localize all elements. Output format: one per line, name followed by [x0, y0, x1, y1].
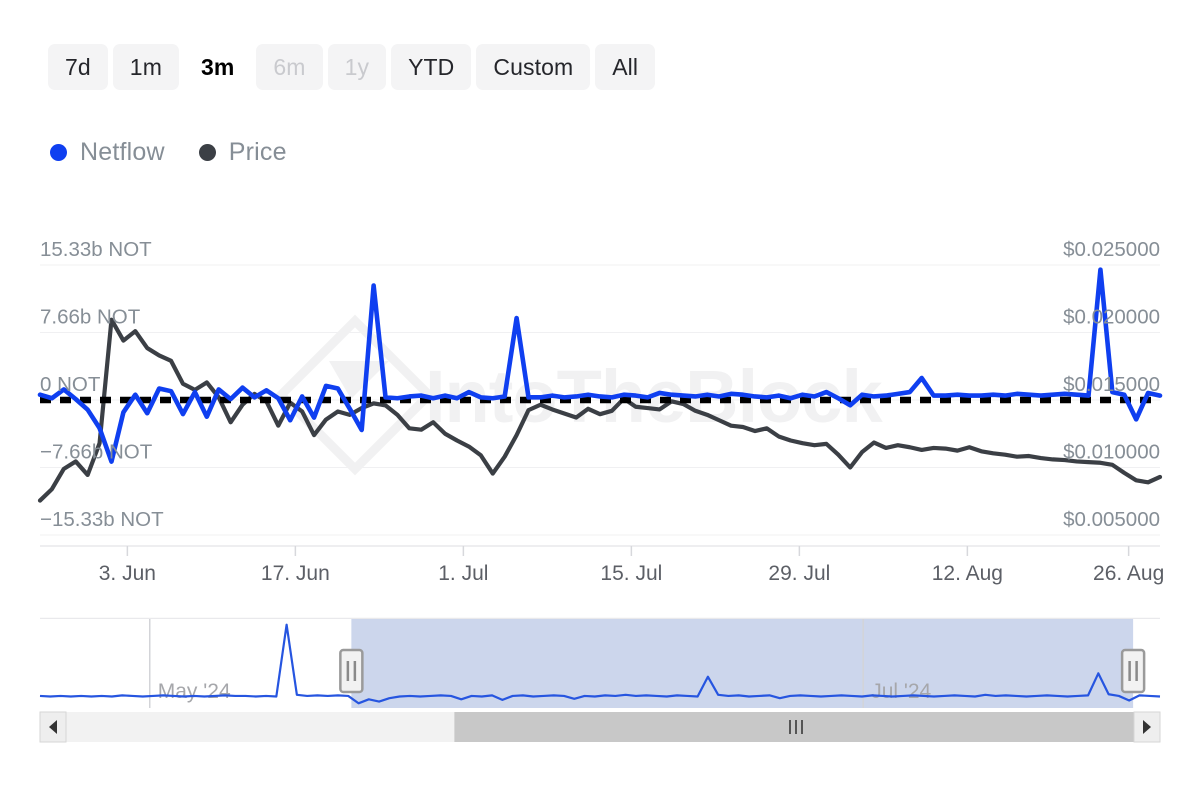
left-axis-tick-label: −15.33b NOT: [40, 508, 164, 531]
scrollbar-left-arrow-icon[interactable]: [40, 712, 66, 742]
legend-item-netflow[interactable]: Netflow: [50, 138, 165, 167]
legend-dot-icon: [199, 144, 216, 161]
left-axis-tick-label: −7.66b NOT: [40, 440, 153, 463]
range-button-custom[interactable]: Custom: [476, 44, 590, 90]
x-axis-tick-label: 12. Aug: [932, 562, 1003, 585]
navigator-handle-right[interactable]: [1122, 650, 1144, 692]
x-axis-tick-label: 26. Aug: [1093, 562, 1164, 585]
legend-dot-icon: [50, 144, 67, 161]
navigator-month-label: Jul '24: [871, 680, 931, 703]
range-button-6m: 6m: [256, 44, 322, 90]
scrollbar-right-arrow-icon[interactable]: [1134, 712, 1160, 742]
right-axis-tick-label: $0.020000: [1063, 306, 1160, 329]
right-axis-tick-label: $0.005000: [1063, 508, 1160, 531]
chart-legend: Netflow Price: [50, 130, 287, 174]
range-selector: 7d1m3m6m1yYTDCustomAll: [48, 44, 655, 90]
chart-svg: IntoTheBlock15.33b NOT7.66b NOT0 NOT−7.6…: [0, 230, 1200, 590]
legend-item-price[interactable]: Price: [199, 138, 287, 167]
range-button-all[interactable]: All: [595, 44, 655, 90]
chart-plot-area[interactable]: IntoTheBlock15.33b NOT7.66b NOT0 NOT−7.6…: [0, 230, 1200, 590]
range-button-ytd[interactable]: YTD: [391, 44, 471, 90]
netflow-price-chart-widget: 7d1m3m6m1yYTDCustomAll NetflowPrice Into…: [0, 0, 1200, 800]
x-axis-tick-label: 3. Jun: [99, 562, 156, 585]
range-button-3m[interactable]: 3m: [184, 44, 251, 90]
navigator-svg: May '24 Jul '24: [0, 608, 1200, 758]
left-axis-tick-label: 15.33b NOT: [40, 238, 152, 261]
legend-label: Price: [229, 138, 287, 167]
range-button-1y: 1y: [328, 44, 387, 90]
x-axis-tick-label: 17. Jun: [261, 562, 330, 585]
x-axis-tick-label: 29. Jul: [768, 562, 830, 585]
left-axis-tick-label: 7.66b NOT: [40, 306, 141, 329]
right-axis-tick-label: $0.015000: [1063, 373, 1160, 396]
right-axis-tick-label: $0.010000: [1063, 441, 1160, 464]
range-button-7d[interactable]: 7d: [48, 44, 108, 90]
right-axis-tick-label: $0.025000: [1063, 238, 1160, 261]
navigator-month-label: May '24: [158, 680, 231, 703]
navigator-handle-left[interactable]: [340, 650, 362, 692]
navigator-selected-region[interactable]: [351, 619, 1133, 708]
legend-label: Netflow: [80, 138, 165, 167]
x-axis-tick-label: 15. Jul: [600, 562, 662, 585]
chart-navigator[interactable]: May '24 Jul '24: [0, 608, 1200, 758]
x-axis-tick-label: 1. Jul: [438, 562, 488, 585]
left-axis-tick-label: 0 NOT: [40, 373, 101, 396]
range-button-1m[interactable]: 1m: [113, 44, 179, 90]
